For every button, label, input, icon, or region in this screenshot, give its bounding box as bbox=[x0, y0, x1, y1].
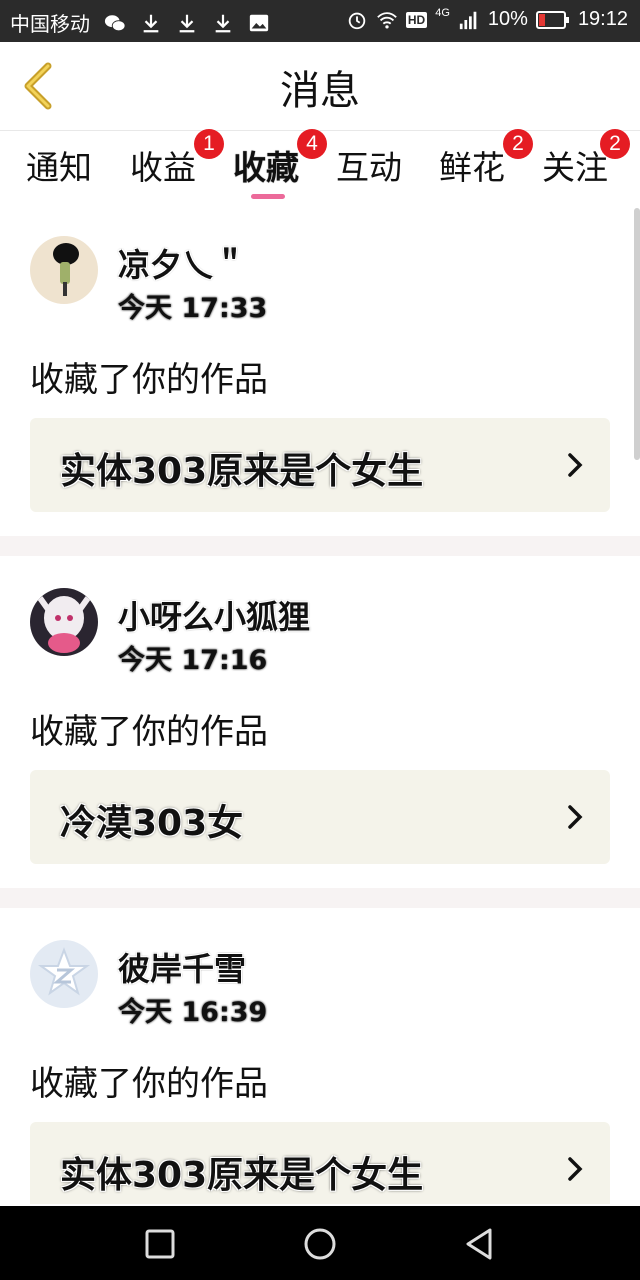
tab-flowers[interactable]: 鲜花 2 bbox=[439, 129, 533, 189]
tab-label: 收藏 bbox=[233, 148, 299, 187]
triangle-back-icon[interactable] bbox=[460, 1224, 500, 1264]
tab-notice[interactable]: 通知 bbox=[26, 141, 92, 189]
avatar[interactable] bbox=[30, 236, 98, 304]
tab-label: 鲜花 bbox=[439, 148, 505, 187]
chevron-right-icon bbox=[568, 805, 583, 829]
divider bbox=[0, 888, 640, 908]
list-item: 彼岸千雪 今天 16:39 收藏了你的作品 实体303原来是个女生 bbox=[0, 908, 640, 1204]
download-icon bbox=[215, 14, 231, 32]
tab-favorites[interactable]: 收藏 4 bbox=[233, 129, 327, 189]
unread-badge: 2 bbox=[503, 129, 533, 159]
message-list[interactable]: 凉夕乀＂ 今天 17:33 收藏了你的作品 实体303原来是个女生 小呀么小狐狸… bbox=[0, 204, 640, 1204]
app-header: 消息 bbox=[0, 42, 640, 131]
square-icon[interactable] bbox=[140, 1224, 180, 1264]
status-bar: 中国移动 HD 4G 10% 19:12 bbox=[0, 0, 640, 42]
battery-icon bbox=[535, 10, 569, 29]
alarm-icon bbox=[348, 12, 366, 29]
timestamp: 今天 17:16 bbox=[118, 645, 268, 676]
username[interactable]: 小呀么小狐狸 bbox=[118, 592, 310, 638]
scrollbar[interactable] bbox=[634, 208, 640, 460]
action-text: 收藏了你的作品 bbox=[30, 712, 268, 752]
hd-badge: HD bbox=[405, 11, 428, 28]
work-title: 实体303原来是个女生 bbox=[60, 451, 424, 492]
tab-label: 关注 bbox=[542, 148, 608, 187]
work-link[interactable]: 冷漠303女 bbox=[30, 770, 610, 864]
system-nav-bar bbox=[0, 1206, 640, 1280]
chevron-right-icon bbox=[568, 1157, 583, 1181]
unread-badge: 2 bbox=[600, 129, 630, 159]
work-link[interactable]: 实体303原来是个女生 bbox=[30, 1122, 610, 1204]
network-type: 4G bbox=[435, 6, 450, 19]
battery-percent: 10% bbox=[487, 8, 528, 30]
signal-icon bbox=[459, 11, 477, 29]
list-item: 凉夕乀＂ 今天 17:33 收藏了你的作品 实体303原来是个女生 bbox=[0, 204, 640, 536]
divider bbox=[0, 536, 640, 556]
unread-badge: 1 bbox=[194, 129, 224, 159]
wifi-icon bbox=[377, 11, 397, 29]
unread-badge: 4 bbox=[297, 129, 327, 159]
timestamp: 今天 16:39 bbox=[118, 997, 268, 1028]
circle-icon[interactable] bbox=[300, 1224, 340, 1264]
tab-label: 收益 bbox=[130, 148, 196, 187]
wechat-icon bbox=[104, 14, 126, 31]
work-title: 实体303原来是个女生 bbox=[60, 1155, 424, 1196]
page-title: 消息 bbox=[280, 68, 360, 114]
tab-label: 通知 bbox=[26, 148, 92, 187]
username[interactable]: 彼岸千雪 bbox=[118, 944, 246, 990]
timestamp: 今天 17:33 bbox=[118, 293, 268, 324]
carrier-label: 中国移动 bbox=[10, 14, 90, 36]
tab-label: 互动 bbox=[336, 148, 402, 187]
chevron-right-icon bbox=[568, 453, 583, 477]
tab-bar: 通知 收益 1 收藏 4 互动 鲜花 2 关注 2 bbox=[0, 129, 640, 203]
tab-follow[interactable]: 关注 2 bbox=[542, 129, 630, 189]
download-icon bbox=[179, 14, 195, 32]
clock: 19:12 bbox=[577, 8, 628, 30]
username[interactable]: 凉夕乀＂ bbox=[118, 240, 246, 286]
avatar[interactable] bbox=[30, 940, 98, 1008]
avatar[interactable] bbox=[30, 588, 98, 656]
list-item: 小呀么小狐狸 今天 17:16 收藏了你的作品 冷漠303女 bbox=[0, 556, 640, 888]
active-tab-indicator bbox=[251, 194, 285, 199]
action-text: 收藏了你的作品 bbox=[30, 360, 268, 400]
work-title: 冷漠303女 bbox=[60, 803, 244, 844]
image-icon bbox=[249, 14, 269, 31]
download-icon bbox=[143, 14, 159, 32]
tab-earnings[interactable]: 收益 1 bbox=[130, 129, 224, 189]
tab-interaction[interactable]: 互动 bbox=[336, 141, 402, 189]
action-text: 收藏了你的作品 bbox=[30, 1064, 268, 1104]
work-link[interactable]: 实体303原来是个女生 bbox=[30, 418, 610, 512]
